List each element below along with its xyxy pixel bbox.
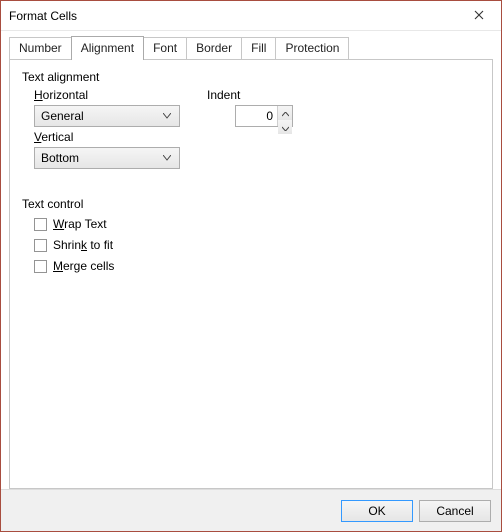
text-control-label: Text control: [22, 197, 480, 211]
alignment-grid: Horizontal Indent General: [22, 88, 480, 169]
checkbox-box: [34, 239, 47, 252]
indent-input[interactable]: [236, 106, 277, 126]
checkbox-box: [34, 218, 47, 231]
dialog-footer: OK Cancel: [1, 489, 501, 531]
chevron-up-icon: [282, 106, 289, 120]
shrink-to-fit-label: Shrink to fit: [53, 238, 113, 252]
indent-label: Indent: [207, 88, 317, 102]
text-control-group: Text control Wrap Text Shrink to fit Mer…: [22, 197, 480, 273]
close-icon: [474, 9, 484, 23]
text-alignment-label: Text alignment: [22, 70, 480, 84]
vertical-value: Bottom: [41, 151, 159, 165]
tab-protection[interactable]: Protection: [275, 37, 349, 59]
dialog-body: Number Alignment Font Border Fill Protec…: [1, 31, 501, 489]
chevron-down-icon: [159, 113, 175, 119]
merge-cells-checkbox[interactable]: Merge cells: [34, 259, 480, 273]
tab-number[interactable]: Number: [9, 37, 72, 59]
checkbox-box: [34, 260, 47, 273]
tabstrip: Number Alignment Font Border Fill Protec…: [9, 37, 493, 59]
format-cells-dialog: Format Cells Number Alignment Font Borde…: [0, 0, 502, 532]
tab-border[interactable]: Border: [186, 37, 242, 59]
checkbox-list: Wrap Text Shrink to fit Merge cells: [22, 217, 480, 273]
tab-fill[interactable]: Fill: [241, 37, 276, 59]
wrap-text-label: Wrap Text: [53, 217, 107, 231]
chevron-down-icon: [282, 120, 289, 134]
tab-font[interactable]: Font: [143, 37, 187, 59]
indent-decrement-button[interactable]: [278, 120, 292, 134]
merge-cells-label: Merge cells: [53, 259, 114, 273]
window-title: Format Cells: [9, 9, 456, 23]
indent-increment-button[interactable]: [278, 106, 292, 120]
shrink-to-fit-checkbox[interactable]: Shrink to fit: [34, 238, 480, 252]
chevron-down-icon: [159, 155, 175, 161]
titlebar: Format Cells: [1, 1, 501, 31]
vertical-label: Vertical: [34, 130, 189, 144]
indent-spinner[interactable]: [235, 105, 293, 127]
wrap-text-checkbox[interactable]: Wrap Text: [34, 217, 480, 231]
vertical-combo[interactable]: Bottom: [34, 147, 180, 169]
close-button[interactable]: [456, 1, 501, 31]
text-alignment-group: Text alignment Horizontal Indent General: [22, 70, 480, 169]
tab-alignment[interactable]: Alignment: [71, 36, 144, 60]
horizontal-combo[interactable]: General: [34, 105, 180, 127]
horizontal-label: Horizontal: [34, 88, 189, 102]
ok-button[interactable]: OK: [341, 500, 413, 522]
tab-panel-alignment: Text alignment Horizontal Indent General: [9, 59, 493, 489]
horizontal-value: General: [41, 109, 159, 123]
cancel-button[interactable]: Cancel: [419, 500, 491, 522]
spin-buttons: [277, 106, 292, 126]
